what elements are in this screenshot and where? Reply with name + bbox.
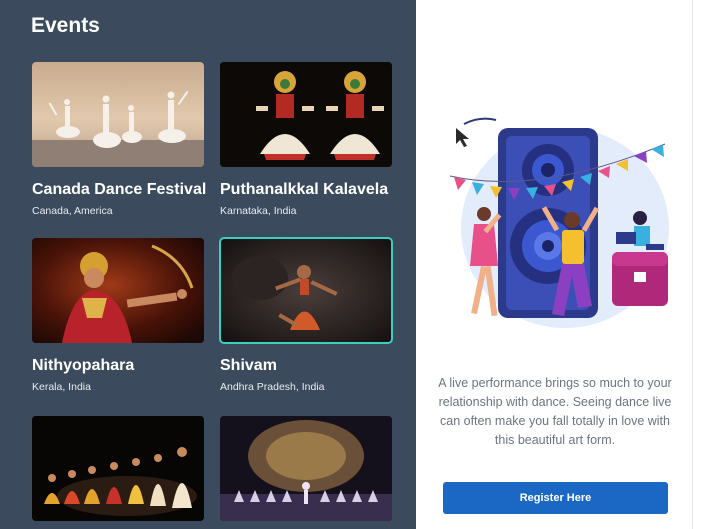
event-card-5[interactable] [32, 416, 204, 521]
event-card-6[interactable] [220, 416, 392, 521]
event-location: Canada, America [32, 205, 113, 217]
register-button[interactable]: Register Here [443, 482, 668, 514]
event-location: Kerala, India [32, 381, 91, 393]
event-title[interactable]: Shivam [220, 357, 392, 375]
panel-divider [692, 0, 693, 529]
event-title[interactable]: Canada Dance Festival [32, 181, 206, 199]
event-card-puthanalkkal-kalavela[interactable]: Puthanalkkal Kalavela Karnataka, India [220, 62, 392, 217]
event-thumbnail[interactable] [220, 62, 392, 167]
promo-description: A live performance brings so much to you… [438, 376, 672, 447]
event-thumbnail[interactable] [32, 238, 204, 343]
event-card-nithyopahara[interactable]: Nithyopahara Kerala, India [32, 238, 204, 393]
event-location: Andhra Pradesh, India [220, 381, 325, 393]
event-card-canada-dance-festival[interactable]: Canada Dance Festival Canada, America [32, 62, 206, 217]
event-title[interactable]: Puthanalkkal Kalavela [220, 181, 392, 199]
page-title: Events [31, 14, 100, 37]
promo-panel: A live performance brings so much to you… [416, 0, 692, 529]
event-card-shivam[interactable]: Shivam Andhra Pradesh, India [219, 237, 393, 393]
event-title[interactable]: Nithyopahara [32, 357, 204, 375]
event-thumbnail[interactable] [32, 62, 204, 167]
event-thumbnail[interactable] [219, 237, 393, 344]
event-location: Karnataka, India [220, 205, 297, 217]
events-panel: Events Canada Dance Festival Canada, Ame… [0, 0, 416, 529]
event-thumbnail[interactable] [32, 416, 204, 521]
dance-party-illustration [440, 116, 680, 346]
event-thumbnail[interactable] [220, 416, 392, 521]
